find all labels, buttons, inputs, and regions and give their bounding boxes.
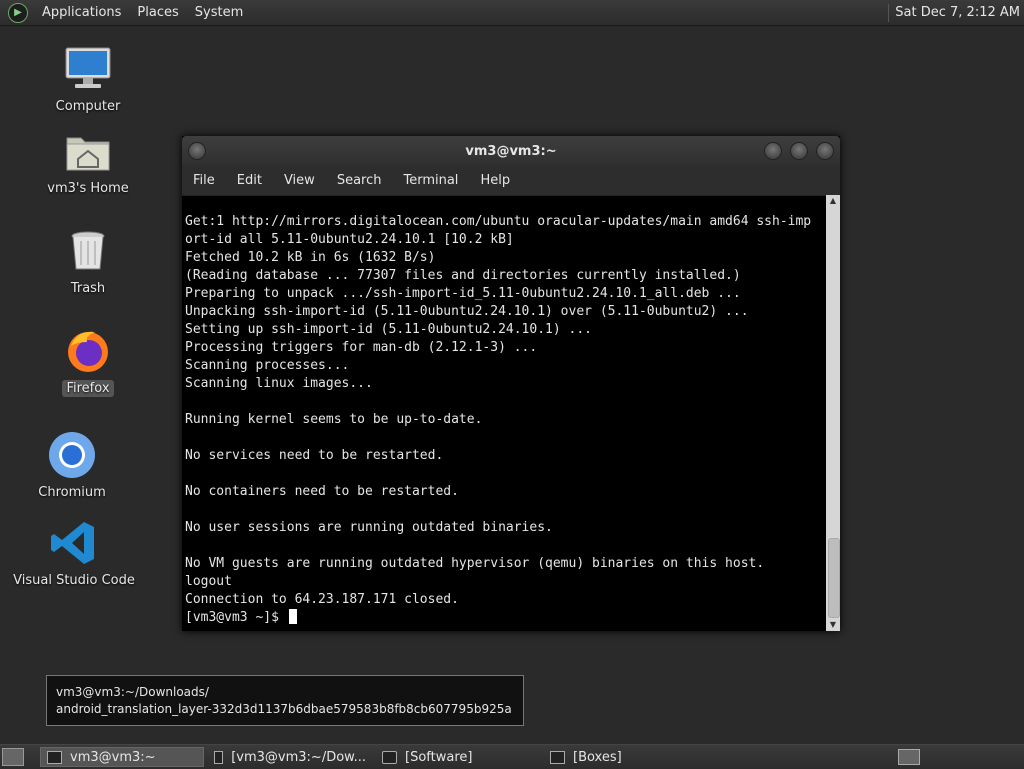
scrollbar-thumb[interactable] <box>828 538 840 618</box>
tooltip-line: android_translation_layer-332d3d1137b6db… <box>56 702 512 716</box>
desktop-icon-label: Visual Studio Code <box>13 573 135 588</box>
terminal-line: Processing triggers for man-db (2.12.1-3… <box>185 340 538 355</box>
scroll-down-icon[interactable]: ▼ <box>826 619 840 631</box>
desktop-icon-vscode[interactable]: Visual Studio Code <box>13 518 135 589</box>
desktop-icon-label: Firefox <box>62 380 114 397</box>
terminal-prompt: [vm3@vm3 ~]$ <box>185 610 287 625</box>
terminal-line: ort-id all 5.11-0ubuntu2.24.10.1 [10.2 k… <box>185 232 514 247</box>
terminal-line: No containers need to be restarted. <box>185 484 459 499</box>
boxes-icon <box>550 750 565 764</box>
desktop-icon-label: Computer <box>55 99 121 114</box>
terminal-menubar: File Edit View Search Terminal Help <box>182 166 840 196</box>
menu-view[interactable]: View <box>273 173 326 188</box>
terminal-output[interactable]: Get:1 http://mirrors.digitalocean.com/ub… <box>182 195 829 631</box>
menu-search[interactable]: Search <box>326 173 393 188</box>
taskbar-item-label: [vm3@vm3:~/Dow... <box>231 749 366 765</box>
menu-help[interactable]: Help <box>469 173 521 188</box>
firefox-icon <box>68 331 108 372</box>
bottom-panel: vm3@vm3:~ [vm3@vm3:~/Dow... [Software] [… <box>0 744 1024 769</box>
terminal-line: No services need to be restarted. <box>185 448 444 463</box>
terminal-line: Setting up ssh-import-id (5.11-0ubuntu2.… <box>185 322 592 337</box>
home-folder-icon <box>66 137 110 171</box>
tooltip-line: vm3@vm3:~/Downloads/ <box>56 685 209 699</box>
terminal-titlebar[interactable]: vm3@vm3:~ <box>182 136 840 166</box>
taskbar-tooltip: vm3@vm3:~/Downloads/ android_translation… <box>46 675 524 726</box>
terminal-scrollbar[interactable]: ▲ ▼ <box>826 195 840 631</box>
menu-applications[interactable]: Applications <box>34 5 129 20</box>
terminal-line: Fetched 10.2 kB in 6s (1632 B/s) <box>185 250 436 265</box>
trash-icon <box>71 231 105 270</box>
desktop-icon-firefox[interactable]: Firefox <box>56 326 120 397</box>
vscode-icon <box>51 522 94 564</box>
terminal-line: Running kernel seems to be up-to-date. <box>185 412 483 427</box>
terminal-line: Unpacking ssh-import-id (5.11-0ubuntu2.2… <box>185 304 749 319</box>
desktop-icon-computer[interactable]: Computer <box>50 44 126 115</box>
taskbar-item-terminal-downloads[interactable]: [vm3@vm3:~/Dow... <box>208 747 372 767</box>
show-desktop-icon[interactable] <box>2 748 24 766</box>
terminal-line: Preparing to unpack .../ssh-import-id_5.… <box>185 286 741 301</box>
terminal-line: (Reading database ... 77307 files and di… <box>185 268 741 283</box>
minimize-icon[interactable] <box>764 142 782 160</box>
terminal-line: Scanning processes... <box>185 358 350 373</box>
terminal-line: logout <box>185 574 232 589</box>
panel-separator <box>888 3 890 22</box>
window-title: vm3@vm3:~ <box>465 143 557 159</box>
taskbar-item-label: vm3@vm3:~ <box>70 749 156 765</box>
terminal-line: No VM guests are running outdated hyperv… <box>185 556 765 571</box>
top-panel: ▶ Applications Places System Sat Dec 7, … <box>0 0 1024 26</box>
desktop-icon-label: Chromium <box>38 485 106 500</box>
menu-system[interactable]: System <box>187 5 251 20</box>
terminal-cursor <box>288 609 297 624</box>
computer-icon <box>65 47 111 88</box>
scroll-up-icon[interactable]: ▲ <box>826 195 840 207</box>
taskbar-item-boxes[interactable]: [Boxes] <box>544 747 708 767</box>
menu-places[interactable]: Places <box>129 5 186 20</box>
terminal-line: No user sessions are running outdated bi… <box>185 520 553 535</box>
desktop-icon-home[interactable]: vm3's Home <box>44 126 132 197</box>
terminal-line: Scanning linux images... <box>185 376 373 391</box>
desktop-icon-trash[interactable]: Trash <box>56 226 120 297</box>
menu-file[interactable]: File <box>182 173 226 188</box>
terminal-prompt-line: [vm3@vm3 ~]$ <box>185 609 829 627</box>
terminal-window[interactable]: vm3@vm3:~ File Edit View Search Terminal… <box>182 136 840 631</box>
menu-terminal[interactable]: Terminal <box>392 173 469 188</box>
maximize-icon[interactable] <box>790 142 808 160</box>
distro-logo-icon[interactable]: ▶ <box>8 2 28 23</box>
chromium-icon <box>49 432 95 478</box>
desktop-icon-label: Trash <box>70 281 106 296</box>
taskbar-item-label: [Software] <box>405 749 473 765</box>
taskbar-item-software[interactable]: [Software] <box>376 747 540 767</box>
desktop-icon-chromium[interactable]: Chromium <box>36 430 108 501</box>
terminal-icon <box>47 750 62 764</box>
terminal-icon <box>214 750 224 764</box>
taskbar-item-terminal[interactable]: vm3@vm3:~ <box>40 747 204 767</box>
close-icon[interactable] <box>816 142 834 160</box>
terminal-line: Connection to 64.23.187.171 closed. <box>185 592 459 607</box>
software-icon <box>382 750 397 764</box>
menu-edit[interactable]: Edit <box>226 173 273 188</box>
desktop-icon-label: vm3's Home <box>47 181 129 196</box>
window-menu-icon[interactable] <box>188 142 206 160</box>
workspace-switcher[interactable] <box>898 749 920 765</box>
clock[interactable]: Sat Dec 7, 2:12 AM <box>895 5 1024 20</box>
terminal-line: Get:1 http://mirrors.digitalocean.com/ub… <box>185 214 812 229</box>
taskbar-item-label: [Boxes] <box>573 749 622 765</box>
